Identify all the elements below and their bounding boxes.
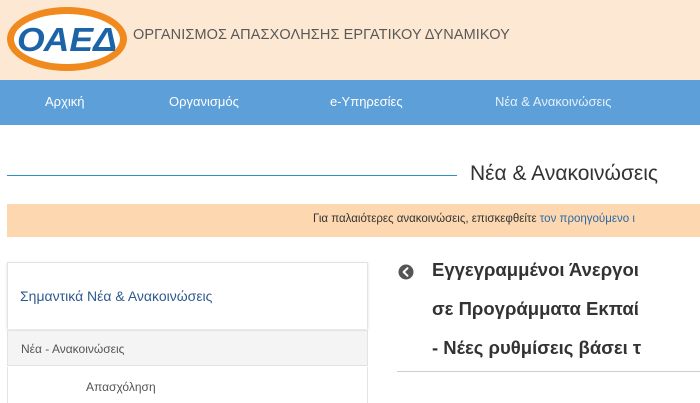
notice-banner: Για παλαιότερες ανακοινώσεις, επισκεφθεί… [7, 204, 700, 237]
sidebar-subitem-label[interactable]: Απασχόληση [86, 380, 156, 394]
site-header: ΟΑΕΔ ΟΡΓΑΝΙΣΜΟΣ ΑΠΑΣΧΟΛΗΣΗΣ ΕΡΓΑΤΙΚΟΥ ΔΥ… [0, 0, 700, 80]
nav-item-organization[interactable]: Οργανισμός [169, 94, 239, 109]
nav-item-home[interactable]: Αρχική [45, 94, 85, 109]
organization-name: ΟΡΓΑΝΙΣΜΟΣ ΑΠΑΣΧΟΛΗΣΗΣ ΕΡΓΑΤΙΚΟΥ ΔΥΝΑΜΙΚ… [133, 27, 510, 43]
sidebar-heading-box: Σημαντικά Νέα & Ανακοινώσεις [7, 262, 368, 329]
page-title: Νέα & Ανακοινώσεις [470, 162, 659, 185]
sidebar-heading-link[interactable]: Σημαντικά Νέα & Ανακοινώσεις [20, 288, 212, 304]
article-title-line-3[interactable]: - Νέες ρυθμίσεις βάσει τ [432, 337, 641, 359]
article-title-line-2[interactable]: σε Προγράμματα Εκπαί [432, 298, 639, 320]
article-divider [397, 371, 700, 372]
notice-text: Για παλαιότερες ανακοινώσεις, επισκεφθεί… [313, 213, 635, 225]
section-divider [7, 175, 457, 176]
sidebar-item-employment[interactable]: Απασχόληση [7, 367, 368, 403]
sidebar-item-news-announcements[interactable]: Νέα - Ανακοινώσεις [7, 330, 368, 366]
main-navigation: Αρχική Οργανισμός e-Υπηρεσίες Νέα & Ανακ… [0, 80, 700, 125]
sidebar-item-label[interactable]: Νέα - Ανακοινώσεις [21, 342, 124, 356]
circle-arrow-left-icon[interactable] [398, 264, 414, 280]
article-title-line-1[interactable]: Εγγεγραμμένοι Άνεργοι [432, 259, 639, 281]
nav-item-e-services[interactable]: e-Υπηρεσίες [330, 94, 403, 109]
notice-message: Για παλαιότερες ανακοινώσεις, επισκεφθεί… [313, 213, 537, 225]
logo-text: ΟΑΕΔ [17, 21, 117, 58]
nav-item-news[interactable]: Νέα & Ανακοινώσεις [495, 94, 611, 109]
notice-link[interactable]: τον προηγούμενο ι [540, 213, 635, 225]
oaed-logo[interactable]: ΟΑΕΔ [4, 4, 130, 74]
